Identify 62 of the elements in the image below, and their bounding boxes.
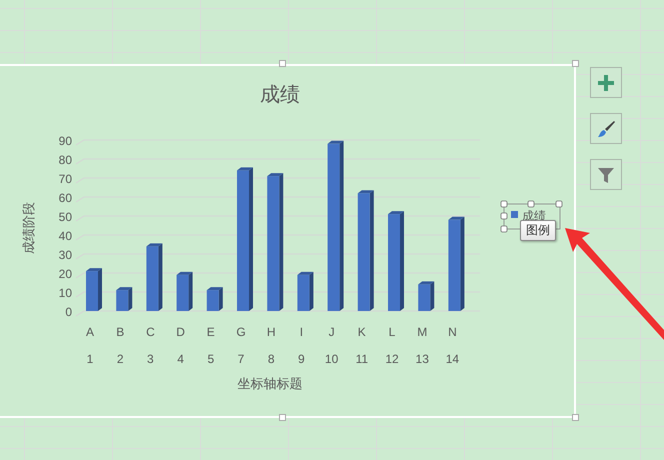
chart-filters-button[interactable] — [590, 159, 622, 190]
category-label: 14 — [446, 352, 460, 366]
chart-elements-button[interactable] — [590, 67, 622, 98]
bar[interactable] — [358, 193, 370, 311]
category-label: J — [328, 325, 335, 339]
category-label: N — [448, 325, 457, 339]
axis-tick-label: 50 — [58, 210, 72, 224]
category-label: 2 — [116, 352, 124, 366]
category-label: 11 — [356, 352, 368, 366]
resize-handle[interactable] — [528, 200, 534, 208]
category-label: 1 — [86, 352, 94, 366]
axis-tick-label: 60 — [58, 191, 72, 205]
category-label: 7 — [238, 352, 244, 366]
category-label: D — [176, 325, 185, 339]
category-label: B — [116, 325, 124, 339]
chart-title: 成绩 — [260, 82, 300, 106]
category-label: 3 — [147, 352, 154, 366]
paintbrush-icon — [597, 120, 615, 138]
bar[interactable] — [328, 144, 340, 311]
resize-handle[interactable] — [556, 200, 562, 208]
category-label: E — [206, 325, 215, 339]
category-label: 9 — [298, 352, 305, 366]
axis-tick-label: 30 — [58, 248, 72, 262]
axis-tick-label: 70 — [58, 172, 72, 186]
category-label: G — [236, 325, 246, 339]
axis-tick-label: 80 — [58, 153, 72, 167]
category-label: 8 — [268, 352, 275, 366]
bar[interactable] — [418, 284, 430, 311]
category-label: 5 — [207, 352, 214, 366]
axis-tick-label: 10 — [58, 286, 72, 300]
axis-title: 成绩阶段 — [22, 202, 37, 254]
category-label: 10 — [324, 352, 338, 366]
category-label: A — [86, 325, 94, 339]
funnel-icon — [597, 166, 615, 184]
resize-handle[interactable] — [279, 414, 286, 421]
bar[interactable] — [448, 220, 460, 311]
category-label: 4 — [177, 352, 184, 366]
axis-tick-label: 40 — [58, 229, 72, 243]
axis-title: 坐标轴标题 — [238, 377, 302, 392]
tooltip: 图例 — [520, 220, 556, 241]
category-label: K — [358, 325, 366, 339]
axis-tick-label: 90 — [58, 134, 72, 148]
bar[interactable] — [146, 246, 158, 311]
chart-styles-button[interactable] — [590, 113, 622, 144]
bar[interactable] — [116, 290, 128, 311]
category-label: I — [300, 325, 304, 339]
category-label: 12 — [385, 352, 399, 366]
resize-handle[interactable] — [279, 60, 286, 67]
resize-handle[interactable] — [572, 414, 579, 421]
category-label: 13 — [416, 352, 429, 366]
category-label: L — [388, 325, 396, 339]
plus-icon — [597, 74, 615, 92]
category-label: M — [417, 325, 428, 339]
bar[interactable] — [176, 274, 189, 311]
category-label: C — [146, 325, 155, 339]
axis-tick-label: 20 — [58, 267, 72, 281]
category-label: H — [266, 325, 276, 339]
axis-tick-label: 0 — [65, 305, 72, 319]
resize-handle[interactable] — [572, 60, 579, 67]
bar[interactable] — [206, 290, 219, 311]
bar[interactable] — [297, 274, 310, 311]
bar[interactable] — [267, 176, 280, 311]
